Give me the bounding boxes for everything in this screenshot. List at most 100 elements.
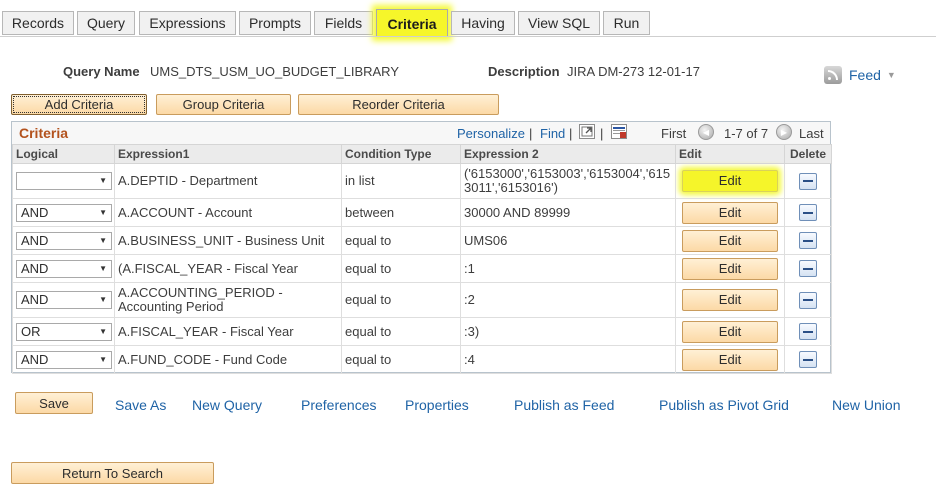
expression1-cell: A.ACCOUNT - Account	[114, 198, 342, 227]
group-criteria-button[interactable]: Group Criteria	[156, 94, 291, 115]
delete-row-icon[interactable]	[799, 323, 817, 340]
col-expression2: Expression 2	[460, 144, 676, 164]
edit-cell: Edit	[675, 254, 785, 283]
logical-select[interactable]: AND ▼	[16, 259, 112, 278]
expression1-cell: A.DEPTID - Department	[114, 163, 342, 199]
separator: |	[600, 126, 604, 141]
tab-records[interactable]: Records	[2, 11, 74, 35]
download-grid-icon[interactable]	[611, 124, 627, 139]
chevron-down-icon: ▼	[886, 70, 896, 80]
edit-cell: Edit	[675, 317, 785, 346]
expression2-cell: UMS06	[460, 226, 676, 255]
dropdown-arrow-icon: ▼	[99, 295, 107, 304]
new-union-link[interactable]: New Union	[832, 397, 900, 413]
col-logical: Logical	[12, 144, 115, 164]
edit-cell: Edit	[675, 345, 785, 374]
new-query-link[interactable]: New Query	[192, 397, 262, 413]
logical-value: AND	[21, 232, 49, 248]
dropdown-arrow-icon: ▼	[99, 176, 107, 185]
tab-criteria[interactable]: Criteria	[376, 9, 448, 37]
logical-select[interactable]: ▼	[16, 172, 112, 190]
separator: |	[529, 126, 533, 141]
feed-label: Feed	[849, 67, 881, 83]
expression1-cell: A.BUSINESS_UNIT - Business Unit	[114, 226, 342, 255]
table-row: ▼ A.DEPTID - Department in list ('615300…	[12, 163, 832, 199]
tab-view-sql[interactable]: View SQL	[518, 11, 600, 35]
zoom-grid-icon[interactable]	[579, 124, 595, 139]
edit-button[interactable]: Edit	[682, 289, 778, 311]
col-expression1: Expression1	[114, 144, 342, 164]
edit-cell: Edit	[675, 226, 785, 255]
logical-cell: AND ▼	[12, 198, 115, 227]
expression2-cell: 30000 AND 89999	[460, 198, 676, 227]
return-to-search-button[interactable]: Return To Search	[11, 462, 214, 484]
properties-link[interactable]: Properties	[405, 397, 469, 413]
publish-as-feed-link[interactable]: Publish as Feed	[514, 397, 614, 413]
delete-row-icon[interactable]	[799, 204, 817, 221]
personalize-link[interactable]: Personalize	[457, 126, 525, 141]
criteria-grid: Criteria Personalize | Find | | First ◀ …	[11, 121, 832, 374]
delete-row-icon[interactable]	[799, 232, 817, 249]
publish-as-pivot-grid-link[interactable]: Publish as Pivot Grid	[659, 397, 789, 413]
dropdown-arrow-icon: ▼	[99, 235, 107, 245]
save-button[interactable]: Save	[15, 392, 93, 414]
dropdown-arrow-icon: ▼	[99, 354, 107, 364]
delete-cell	[784, 226, 832, 255]
delete-row-icon[interactable]	[799, 260, 817, 277]
col-delete: Delete	[784, 144, 832, 164]
tab-query[interactable]: Query	[77, 11, 135, 35]
logical-value: OR	[21, 323, 41, 339]
add-criteria-button[interactable]: Add Criteria	[11, 94, 147, 115]
condition-cell: equal to	[341, 317, 461, 346]
separator: |	[569, 126, 573, 141]
last-label: Last	[799, 126, 824, 141]
feed-menu[interactable]: Feed ▼	[824, 66, 896, 84]
logical-cell: ▼	[12, 163, 115, 199]
first-label: First	[661, 126, 687, 141]
reorder-criteria-button[interactable]: Reorder Criteria	[298, 94, 499, 115]
delete-row-icon[interactable]	[799, 172, 817, 190]
logical-select[interactable]: AND ▼	[16, 203, 112, 222]
delete-row-icon[interactable]	[799, 351, 817, 368]
delete-cell	[784, 317, 832, 346]
tab-expressions[interactable]: Expressions	[139, 11, 236, 35]
tab-run[interactable]: Run	[603, 11, 650, 35]
preferences-link[interactable]: Preferences	[301, 397, 376, 413]
edit-button[interactable]: Edit	[682, 170, 778, 192]
edit-button[interactable]: Edit	[682, 320, 778, 343]
delete-cell	[784, 282, 832, 318]
edit-button[interactable]: Edit	[682, 348, 778, 371]
first-page-icon[interactable]: ◀	[698, 124, 714, 140]
edit-button[interactable]: Edit	[682, 201, 778, 224]
table-header-row: Logical Expression1 Condition Type Expre…	[12, 144, 832, 164]
delete-cell	[784, 345, 832, 374]
logical-value: AND	[21, 204, 49, 220]
tab-fields[interactable]: Fields	[314, 11, 373, 35]
table-row: AND ▼ A.FUND_CODE - Fund Code equal to :4…	[12, 345, 832, 374]
tab-having[interactable]: Having	[451, 11, 515, 35]
criteria-table: Logical Expression1 Condition Type Expre…	[12, 144, 832, 374]
table-row: AND ▼ A.BUSINESS_UNIT - Business Unit equ…	[12, 226, 832, 255]
logical-select[interactable]: AND ▼	[16, 350, 112, 369]
edit-button[interactable]: Edit	[682, 229, 778, 252]
query-name-value: UMS_DTS_USM_UO_BUDGET_LIBRARY	[150, 64, 399, 79]
logical-select[interactable]: AND ▼	[16, 291, 112, 309]
table-row: OR ▼ A.FISCAL_YEAR - Fiscal Year equal to…	[12, 317, 832, 346]
save-as-link[interactable]: Save As	[115, 397, 166, 413]
find-link[interactable]: Find	[540, 126, 565, 141]
condition-cell: in list	[341, 163, 461, 199]
condition-cell: equal to	[341, 345, 461, 374]
logical-cell: AND ▼	[12, 345, 115, 374]
table-row: AND ▼ A.ACCOUNT - Account between 30000 A…	[12, 198, 832, 227]
description-value: JIRA DM-273 12-01-17	[567, 64, 700, 79]
tab-prompts[interactable]: Prompts	[239, 11, 311, 35]
delete-row-icon[interactable]	[799, 291, 817, 309]
logical-select[interactable]: AND ▼	[16, 231, 112, 250]
last-page-icon[interactable]: ▶	[776, 124, 792, 140]
expression2-cell: :3)	[460, 317, 676, 346]
description-label: Description	[488, 64, 560, 79]
dropdown-arrow-icon: ▼	[99, 326, 107, 336]
delete-cell	[784, 198, 832, 227]
logical-select[interactable]: OR ▼	[16, 322, 112, 341]
edit-button[interactable]: Edit	[682, 257, 778, 280]
